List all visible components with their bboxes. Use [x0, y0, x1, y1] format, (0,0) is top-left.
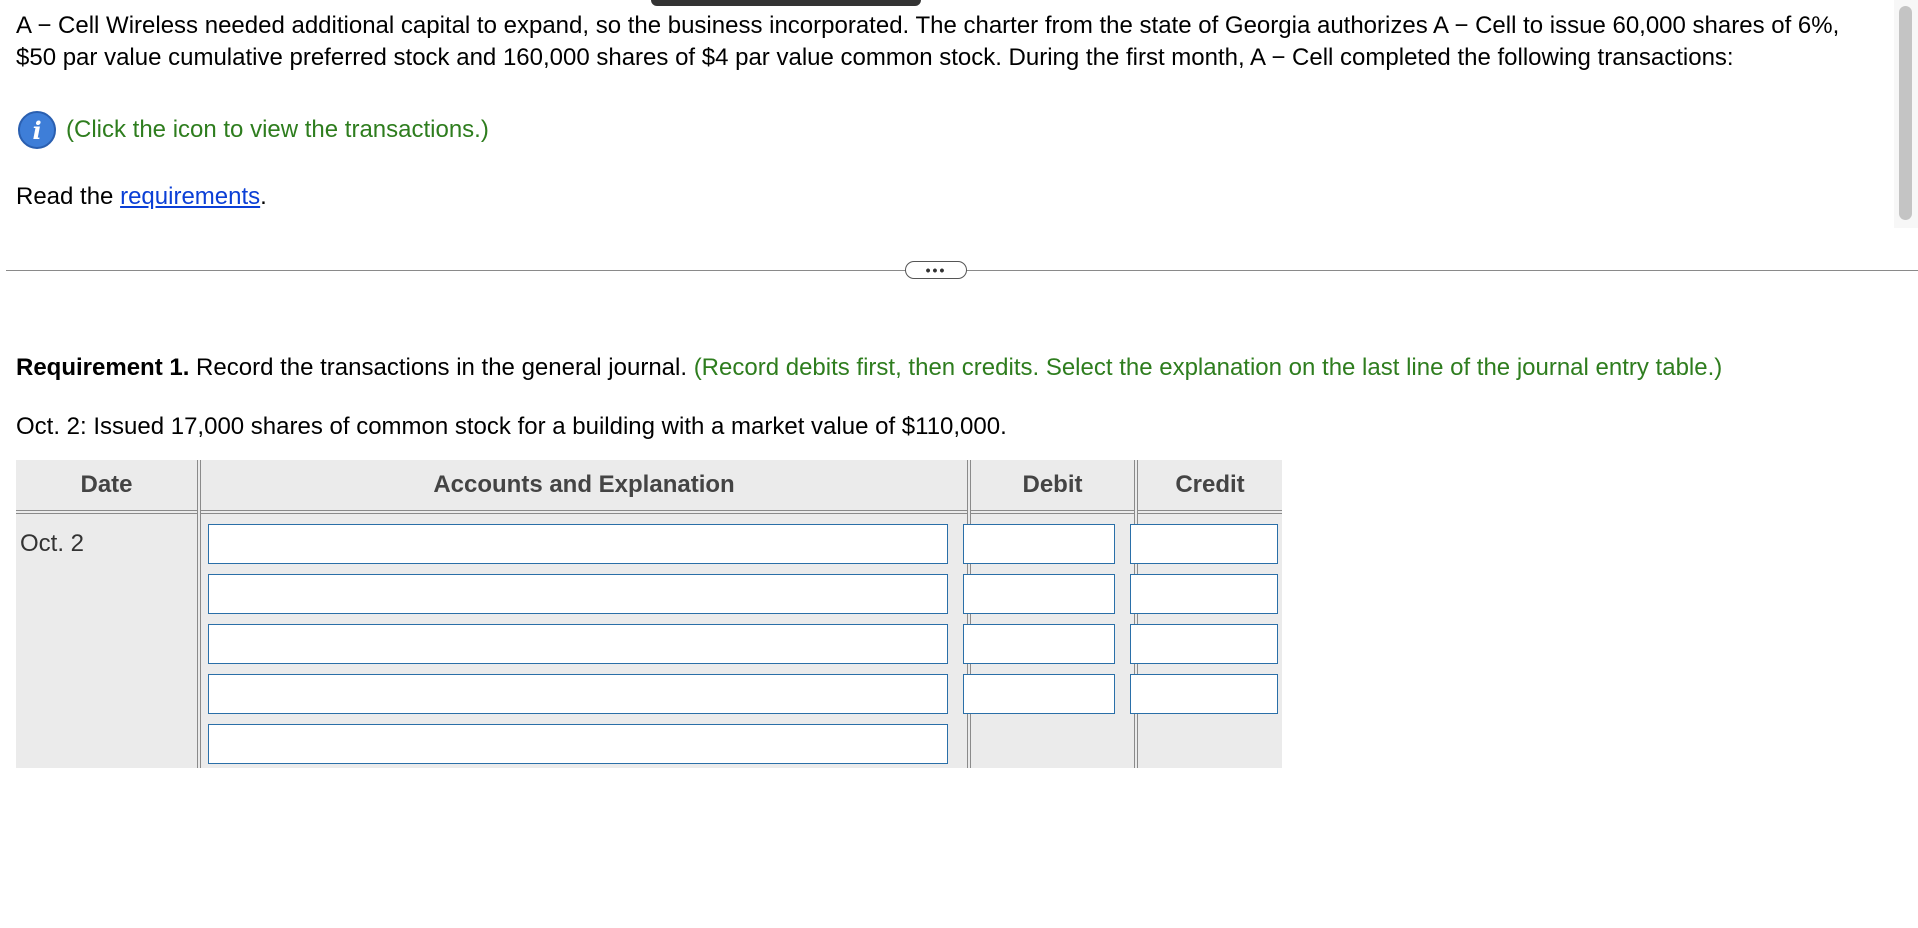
requirement-text: Record the transactions in the general j… — [189, 354, 694, 381]
page: A − Cell Wireless needed additional capi… — [0, 0, 1918, 928]
problem-statement: A − Cell Wireless needed additional capi… — [16, 12, 1840, 71]
info-instruction: (Click the icon to view the transactions… — [66, 116, 489, 143]
account-input-1[interactable] — [208, 524, 948, 564]
requirement-1: Requirement 1. Record the transactions i… — [16, 354, 1722, 382]
credit-input-1[interactable] — [1130, 524, 1278, 564]
credit-input-2[interactable] — [1130, 574, 1278, 614]
debit-input-2[interactable] — [963, 574, 1115, 614]
column-separator — [1134, 460, 1138, 768]
credit-input-4[interactable] — [1130, 674, 1278, 714]
divider-handle[interactable]: ••• — [905, 261, 967, 279]
read-requirements: Read the requirements. — [16, 183, 267, 211]
info-icon[interactable]: i — [18, 111, 56, 149]
header-credit: Credit — [1175, 471, 1245, 498]
journal-table: Date Accounts and Explanation Debit Cred… — [16, 460, 1282, 768]
account-input-4[interactable] — [208, 674, 948, 714]
header-accounts: Accounts and Explanation — [433, 471, 735, 498]
requirements-link[interactable]: requirements — [120, 183, 260, 210]
column-separator — [967, 460, 971, 768]
read-requirements-prefix: Read the — [16, 183, 121, 210]
requirement-hint: (Record debits first, then credits. Sele… — [693, 354, 1723, 381]
header-separator — [16, 510, 1282, 514]
debit-input-1[interactable] — [963, 524, 1115, 564]
account-input-3[interactable] — [208, 624, 948, 664]
transactions-info-row: i (Click the icon to view the transactio… — [18, 110, 489, 150]
requirement-label: Requirement 1. — [16, 354, 190, 381]
column-separator — [197, 460, 201, 768]
scrollbar-thumb[interactable] — [1899, 6, 1912, 220]
date-cell: Oct. 2 — [20, 530, 85, 557]
header-date: Date — [80, 471, 133, 498]
transaction-description: Oct. 2: Issued 17,000 shares of common s… — [16, 413, 1007, 440]
explanation-input[interactable] — [208, 724, 948, 764]
top-drag-tab[interactable] — [651, 0, 921, 6]
debit-input-3[interactable] — [963, 624, 1115, 664]
header-debit: Debit — [1022, 471, 1083, 498]
debit-input-4[interactable] — [963, 674, 1115, 714]
credit-input-3[interactable] — [1130, 624, 1278, 664]
read-requirements-suffix: . — [260, 183, 267, 210]
account-input-2[interactable] — [208, 574, 948, 614]
